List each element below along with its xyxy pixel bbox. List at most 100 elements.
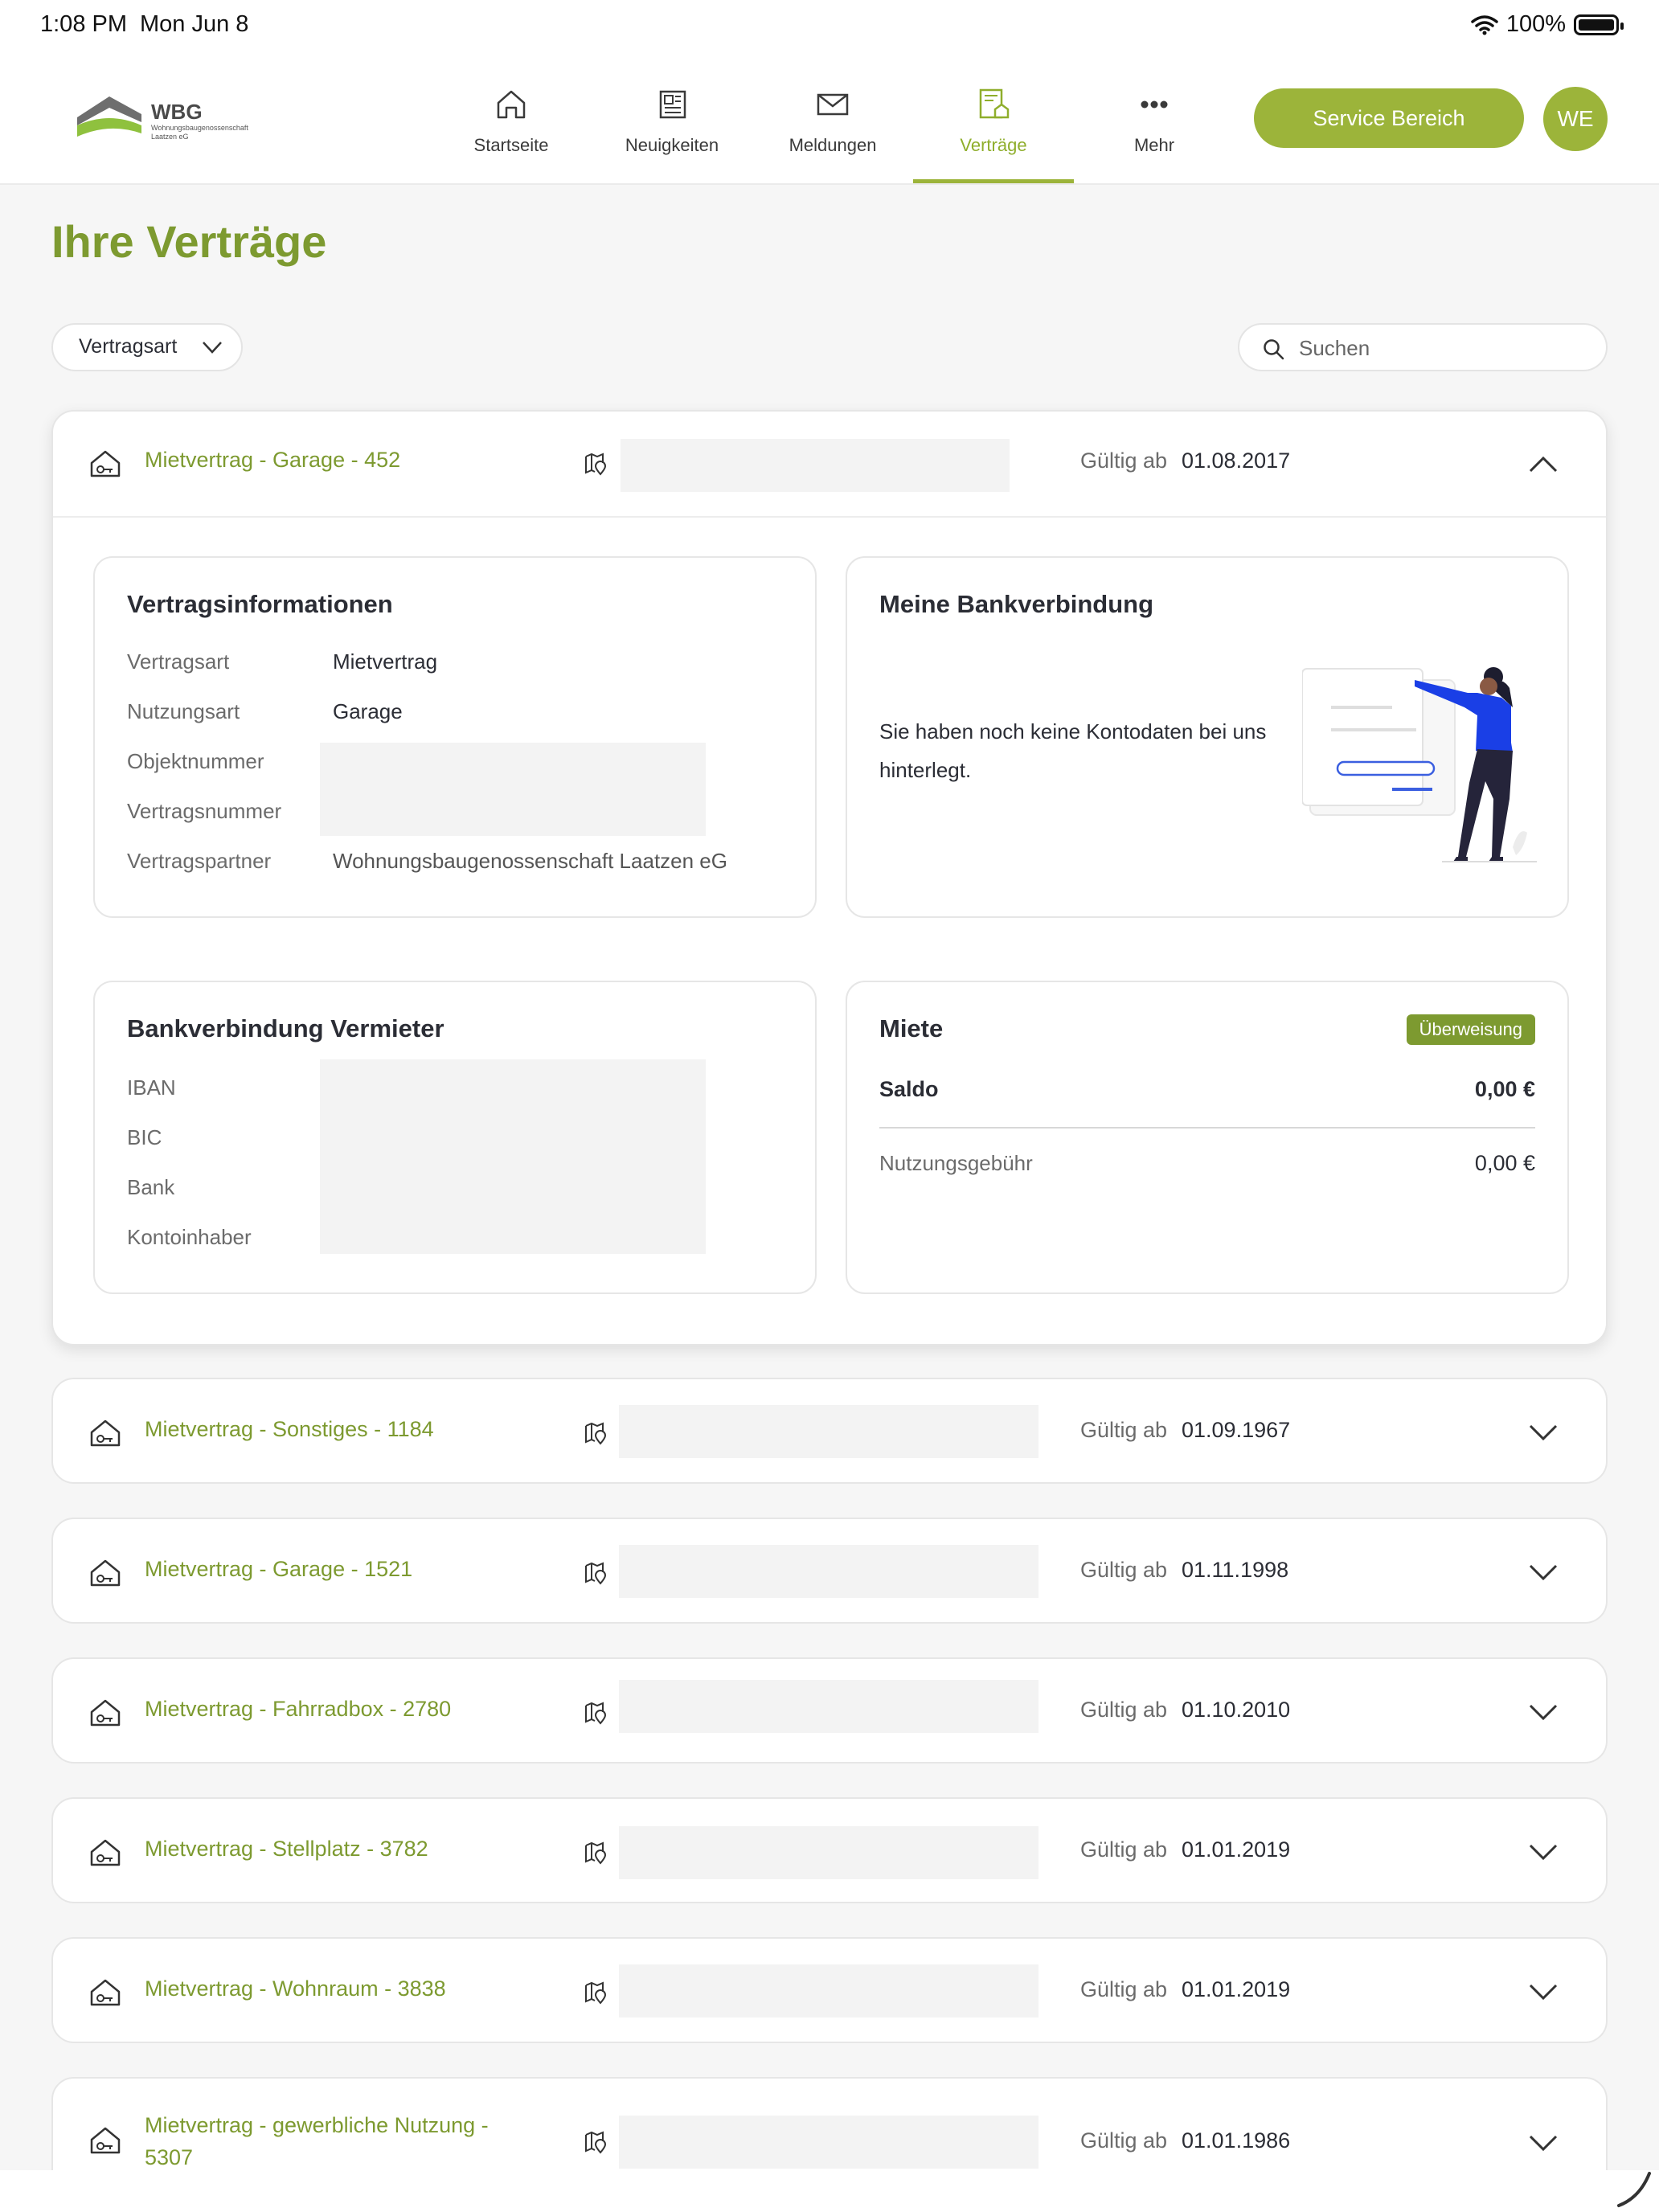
contract-header[interactable]: Mietvertrag - Garage - 452 Gültig ab 01.… <box>53 412 1606 516</box>
nav-neuigkeiten[interactable]: Neuigkeiten <box>592 76 752 183</box>
bankverbindung-vermieter-panel: Bankverbindung Vermieter IBAN BIC Bank K… <box>93 981 817 1294</box>
search-input[interactable] <box>1299 333 1588 363</box>
map-pin-icon[interactable] <box>584 1841 608 1865</box>
valid-date: 01.10.2010 <box>1182 1698 1291 1722</box>
valid-date: 01.09.1967 <box>1182 1418 1291 1442</box>
kv-key: Vertragsnummer <box>127 799 282 823</box>
search-field[interactable] <box>1238 323 1608 371</box>
nav-label: Startseite <box>473 135 549 155</box>
saldo-divider <box>879 1127 1535 1129</box>
page-title: Ihre Verträge <box>51 216 327 267</box>
status-time: 1:08 PM <box>40 11 127 37</box>
card-divider <box>53 516 1606 518</box>
saldo-label: Saldo <box>879 1077 939 1101</box>
panel-title: Bankverbindung Vermieter <box>127 1014 444 1043</box>
house-key-icon <box>90 2127 121 2154</box>
valid-date: 01.11.1998 <box>1182 1558 1289 1582</box>
fee-value: 0,00 € <box>1474 1151 1535 1175</box>
battery-percent: 100% <box>1505 11 1566 37</box>
kv-key: Vertragspartner <box>127 849 272 873</box>
chevron-down-icon[interactable] <box>1527 1702 1559 1723</box>
redacted-address <box>619 1545 1038 1598</box>
contract-title: Mietvertrag - Sonstiges - 1184 <box>145 1417 434 1441</box>
contract-card[interactable]: Mietvertrag - Wohnraum - 3838 Gültig ab … <box>51 1937 1608 2043</box>
redacted-address <box>619 1405 1038 1458</box>
chevron-down-icon[interactable] <box>1527 2133 1559 2154</box>
wbg-logo[interactable]: WBG Wohnungsbaugenossenschaft Laatzen eG <box>74 87 251 151</box>
map-pin-icon[interactable] <box>584 1981 608 2005</box>
avatar[interactable]: WE <box>1543 87 1608 151</box>
house-key-icon <box>90 1419 121 1447</box>
chevron-down-icon[interactable] <box>1527 1982 1559 2003</box>
meine-bankverbindung-panel: Meine Bankverbindung Sie haben noch kein… <box>846 556 1569 918</box>
valid-date: 01.01.2019 <box>1182 1977 1291 2001</box>
contract-title: Mietvertrag - gewerbliche Nutzung - 5307 <box>145 2113 489 2169</box>
chevron-down-icon[interactable] <box>1527 1563 1559 1583</box>
miete-panel: Miete Überweisung Saldo 0,00 € Nutzungsg… <box>846 981 1569 1294</box>
kv-value: Mietvertrag <box>333 649 438 674</box>
service-bereich-button[interactable]: Service Bereich <box>1254 88 1524 148</box>
kv-key: Nutzungsart <box>127 699 240 723</box>
status-date: Mon Jun 8 <box>140 11 249 37</box>
status-bar: 1:08 PM Mon Jun 8 100% <box>0 0 1659 51</box>
battery-icon <box>1574 14 1624 35</box>
nav-startseite[interactable]: Startseite <box>431 76 592 183</box>
mail-icon <box>817 93 849 116</box>
contract-title: Mietvertrag - Garage - 1521 <box>145 1557 413 1581</box>
bottom-bar <box>0 2170 1659 2212</box>
contract-card[interactable]: Mietvertrag - Garage - 1521 Gültig ab 01… <box>51 1518 1608 1624</box>
chevron-up-icon[interactable] <box>1527 453 1559 474</box>
contract-card[interactable]: Mietvertrag - Stellplatz - 3782 Gültig a… <box>51 1797 1608 1903</box>
nav-label: Verträge <box>960 135 1027 155</box>
contract-title: Mietvertrag - Fahrradbox - 2780 <box>145 1697 452 1721</box>
panel-title: Miete <box>879 1014 944 1043</box>
kv-key: Bank <box>127 1175 175 1199</box>
kv-key: Kontoinhaber <box>127 1225 252 1249</box>
nav-label: Neuigkeiten <box>625 135 719 155</box>
nav-label: Mehr <box>1133 135 1175 155</box>
saldo-value: 0,00 € <box>1474 1077 1535 1101</box>
valid-label: Gültig ab <box>1080 1418 1168 1442</box>
valid-date: 01.01.2019 <box>1182 1837 1291 1862</box>
nav-mehr[interactable]: Mehr <box>1074 76 1235 183</box>
filter-label: Vertragsart <box>79 335 178 358</box>
house-key-icon <box>90 450 121 477</box>
redacted-address <box>621 439 1010 492</box>
redacted-bank-details <box>320 1059 706 1254</box>
contract-title: Mietvertrag - Garage - 452 <box>145 448 401 472</box>
map-pin-icon[interactable] <box>584 1701 608 1725</box>
valid-date: 01.08.2017 <box>1182 449 1291 473</box>
nav-vertraege[interactable]: Verträge <box>913 76 1074 183</box>
panel-title: Vertragsinformationen <box>127 590 393 618</box>
fee-label: Nutzungsgebühr <box>879 1151 1033 1175</box>
nav-meldungen[interactable]: Meldungen <box>752 76 913 183</box>
panel-title: Meine Bankverbindung <box>879 590 1154 618</box>
map-pin-icon[interactable] <box>584 2130 608 2154</box>
contract-title: Mietvertrag - Wohnraum - 3838 <box>145 1976 446 2001</box>
map-pin-icon[interactable] <box>584 452 608 476</box>
contract-card[interactable]: Mietvertrag - Fahrradbox - 2780 Gültig a… <box>51 1657 1608 1763</box>
kv-key: BIC <box>127 1125 162 1149</box>
logo-subtitle: Wohnungsbaugenossenschaft Laatzen eG <box>151 124 248 141</box>
chevron-down-icon[interactable] <box>1527 1423 1559 1444</box>
app-header: WBG Wohnungsbaugenossenschaft Laatzen eG… <box>0 51 1659 185</box>
nav-label: Meldungen <box>789 135 877 155</box>
status-right: 100% <box>1471 11 1624 38</box>
kv-key: IBAN <box>127 1075 176 1100</box>
house-key-icon <box>90 1979 121 2006</box>
vertragsinformationen-panel: Vertragsinformationen Vertragsart Mietve… <box>93 556 817 918</box>
no-bank-data-message: Sie haben noch keine Kontodaten bei uns … <box>879 719 1267 782</box>
valid-label: Gültig ab <box>1080 1977 1168 2001</box>
logo-house-icon <box>77 96 141 137</box>
map-pin-icon[interactable] <box>584 1421 608 1445</box>
contract-card-expanded: Mietvertrag - Garage - 452 Gültig ab 01.… <box>51 410 1608 1346</box>
contract-card[interactable]: Mietvertrag - Sonstiges - 1184 Gültig ab… <box>51 1378 1608 1484</box>
vertragsart-filter[interactable]: Vertragsart <box>51 323 243 371</box>
redacted-address <box>619 1826 1038 1879</box>
chevron-down-icon <box>203 342 222 354</box>
map-pin-icon[interactable] <box>584 1561 608 1585</box>
redacted-address <box>619 1680 1038 1733</box>
contract-icon <box>979 88 1010 119</box>
redacted-address <box>619 2116 1038 2169</box>
chevron-down-icon[interactable] <box>1527 1842 1559 1863</box>
